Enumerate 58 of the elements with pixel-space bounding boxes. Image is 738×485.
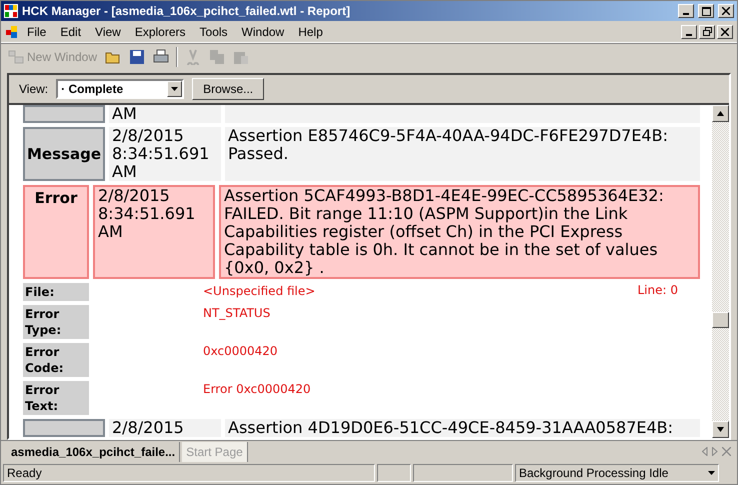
- menu-item[interactable]: File: [21, 22, 52, 40]
- error-label: Error: [23, 185, 89, 279]
- scroll-thumb[interactable]: [712, 312, 729, 328]
- scissors-icon: [185, 48, 202, 64]
- printer-icon: [153, 48, 170, 64]
- restore-button[interactable]: [699, 24, 715, 38]
- restore-icon: [702, 27, 712, 36]
- browse-button[interactable]: Browse...: [192, 78, 264, 100]
- close-icon: [722, 7, 730, 15]
- close-icon: [721, 28, 729, 36]
- dropdown-arrow-icon: [171, 87, 178, 91]
- toolbar-button[interactable]: [128, 48, 146, 66]
- window-title: HCK Manager - [asmedia_106x_pcihct_failed.wtl - Report]: [22, 4, 352, 18]
- close-button[interactable]: [717, 24, 733, 38]
- minimize-icon: [683, 13, 689, 15]
- date-cell: AM: [109, 105, 221, 123]
- date-cell: 2/8/2015: [109, 419, 221, 437]
- menu-item[interactable]: Window: [236, 22, 290, 40]
- menu-item[interactable]: Explorers: [128, 22, 192, 40]
- dropdown-arrow-icon: [708, 471, 715, 475]
- menu-item[interactable]: Edit: [54, 22, 88, 40]
- down-arrow-icon: [717, 427, 724, 432]
- status-dropdown[interactable]: Background Processing Idle: [515, 464, 719, 482]
- line-number: Line: 0: [638, 283, 679, 299]
- field-value: 0xc0000420: [202, 343, 279, 360]
- date-cell: 2/8/2015 8:34:51.691 AM: [93, 185, 215, 279]
- message-text: Assertion 5CAF4993-B8D1-4E4E-99EC-CC5895364E32: FAILED. Bit range 11:10 (ASPM Support)in the Link Capabilities register (offset Ch) in the PCI Express Capability table is 0h. It cannot be in the set of values {0x0, 0x2} .: [219, 185, 700, 279]
- scrollbar[interactable]: [712, 105, 729, 438]
- menu-item[interactable]: Tools: [194, 22, 234, 40]
- minimize-button[interactable]: [681, 24, 697, 38]
- close-button[interactable]: [718, 4, 734, 18]
- up-arrow-icon: [717, 111, 724, 116]
- message-label: Message: [23, 127, 105, 181]
- view-dropdown[interactable]: · Complete: [56, 79, 184, 99]
- field-value: Error 0xc0000420: [202, 381, 312, 398]
- message-text: Assertion 4D19D0E6-51CC-49CE-8459-31AAA0587E4B:: [225, 419, 700, 437]
- status-pane: [377, 464, 411, 482]
- field-label: Error Code:: [23, 343, 89, 377]
- copy-icon: [209, 48, 226, 64]
- maximize-button[interactable]: [698, 4, 714, 18]
- status-text: Ready: [3, 464, 375, 482]
- field-value: NT_STATUS: [202, 305, 272, 322]
- menu-item[interactable]: Help: [292, 22, 329, 40]
- document-icon: [5, 24, 19, 38]
- window-icon: [8, 48, 24, 64]
- field-label: Error Type:: [23, 305, 89, 339]
- minimize-button[interactable]: [678, 4, 694, 18]
- field-value: <Unspecified file>: [202, 283, 316, 300]
- field-label: File:: [23, 283, 89, 301]
- app-icon: [4, 4, 18, 18]
- menu-item[interactable]: View: [89, 22, 127, 40]
- view-label: View:: [19, 82, 48, 96]
- date-cell: 2/8/2015 8:34:51.691 AM: [109, 127, 221, 181]
- maximize-icon: [702, 6, 710, 16]
- field-label: Error Text:: [23, 381, 89, 415]
- minimize-icon: [686, 34, 692, 36]
- message-text: Assertion E85746C9-5F4A-40AA-94DC-F6FE297D7E4B: Passed.: [225, 127, 700, 181]
- toolbar-button[interactable]: [152, 48, 170, 66]
